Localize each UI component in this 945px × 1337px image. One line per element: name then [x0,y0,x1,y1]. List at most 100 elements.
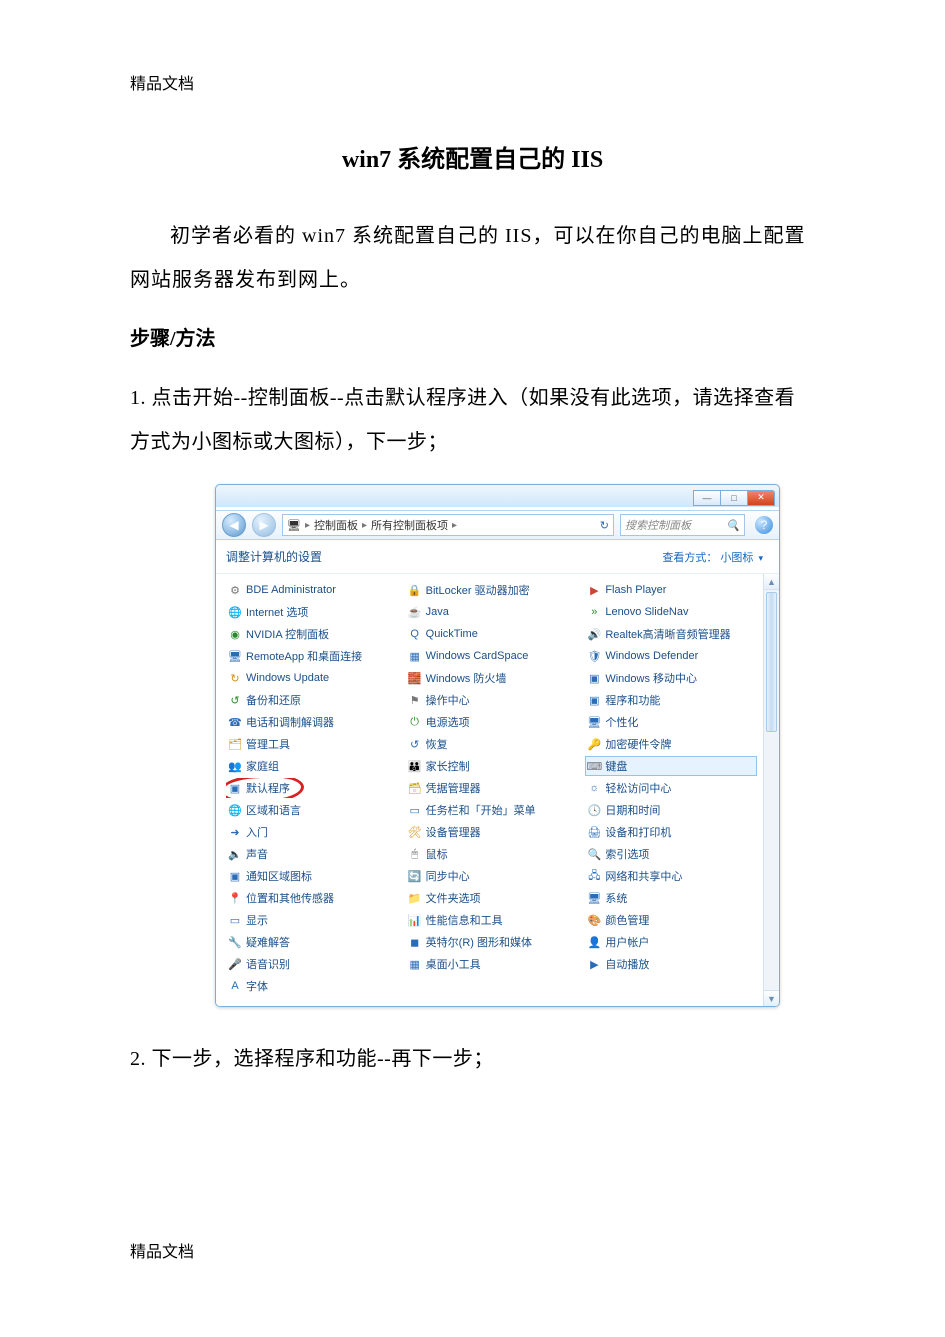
cp-item-label: 颜色管理 [605,912,649,928]
cp-item-11[interactable]: 🛡Windows Defender [585,646,757,666]
cp-item-33[interactable]: ➜入门 [226,822,398,842]
cp-item-icon: 🔍 [587,847,601,861]
cp-item-8[interactable]: 🔊Realtek高清晰音频管理器 [585,624,757,644]
refresh-icon[interactable]: ↻ [600,519,609,532]
cp-item-1[interactable]: 🔒BitLocker 驱动器加密 [406,580,578,600]
cp-item-icon: 🎤 [228,957,242,971]
nav-toolbar: ◀ ▶ 🖥 ▸ 控制面板 ▸ 所有控制面板项 ▸ ↻ 搜索控制面板 🔍 ? [216,510,779,540]
cp-item-5[interactable]: »Lenovo SlideNav [585,602,757,622]
cp-item-icon: 👤 [587,935,601,949]
window-titlebar: — □ ✕ [216,485,779,510]
cp-item-43[interactable]: 📁文件夹选项 [406,888,578,908]
cp-item-icon: ⏻ [408,715,422,729]
cp-item-label: Windows 移动中心 [605,670,697,686]
breadcrumb-sep-icon: ▸ [362,520,367,531]
view-mode-selector[interactable]: 查看方式： 小图标 ▾ [662,549,763,565]
scrollbar[interactable]: ▲ ▼ [763,574,779,1006]
cp-item-10[interactable]: ▦Windows CardSpace [406,646,578,666]
cp-item-12[interactable]: ↻Windows Update [226,668,398,688]
cp-item-30[interactable]: 🌐区域和语言 [226,800,398,820]
cp-item-34[interactable]: 🛠 设备管理器 [406,822,578,842]
cp-item-label: 家长控制 [426,758,470,774]
cp-item-54[interactable]: A字体 [226,976,398,996]
cp-item-3[interactable]: 🌐Internet 选项 [226,602,398,622]
breadcrumb-sep-icon: ▸ [452,520,457,531]
cp-item-7[interactable]: QQuickTime [406,624,578,644]
cp-item-40[interactable]: 🔄同步中心 [406,866,578,886]
cp-item-44[interactable]: 🖥系统 [585,888,757,908]
cp-item-23[interactable]: 🔑加密硬件令牌 [585,734,757,754]
cp-item-24[interactable]: 👥家庭组 [226,756,398,776]
cp-item-label: 鼠标 [426,846,448,862]
cp-item-37[interactable]: 🖱鼠标 [406,844,578,864]
cp-item-29[interactable]: ☼轻松访问中心 [585,778,757,798]
cp-item-42[interactable]: 📍位置和其他传感器 [226,888,398,908]
cp-item-47[interactable]: 🎨颜色管理 [585,910,757,930]
cp-item-label: 家庭组 [246,758,279,774]
cp-item-9[interactable]: 🖥RemoteApp 和桌面连接 [226,646,398,666]
cp-item-18[interactable]: ☎电话和调制解调器 [226,712,398,732]
cp-item-icon: 🔈 [228,847,242,861]
minimize-button[interactable]: — [693,490,721,506]
cp-item-0[interactable]: ⚙BDE Administrator [226,580,398,600]
cp-item-4[interactable]: ☕Java [406,602,578,622]
scroll-down-icon[interactable]: ▼ [764,990,779,1006]
cp-item-46[interactable]: 📊性能信息和工具 [406,910,578,930]
cp-item-39[interactable]: ▣通知区域图标 [226,866,398,886]
close-button[interactable]: ✕ [747,490,775,506]
control-panel-screenshot: — □ ✕ ◀ ▶ 🖥 ▸ 控制面板 ▸ 所有控制面板项 ▸ ↻ [215,484,780,1007]
help-icon[interactable]: ? [755,516,773,534]
cp-item-label: Windows 防火墙 [426,670,507,686]
cp-item-icon: ◼ [408,935,422,949]
cp-item-label: 设备和打印机 [605,824,671,840]
cp-item-icon: 📊 [408,913,422,927]
maximize-button[interactable]: □ [720,490,748,506]
cp-item-32[interactable]: 🕓日期和时间 [585,800,757,820]
cp-item-icon: 🌐 [228,605,242,619]
cp-item-28[interactable]: 🗃凭据管理器 [406,778,578,798]
cp-item-26[interactable]: ⌨键盘 [585,756,757,776]
cp-item-14[interactable]: ▣Windows 移动中心 [585,668,757,688]
cp-item-31[interactable]: ▭任务栏和「开始」菜单 [406,800,578,820]
cp-item-27[interactable]: ▣默认程序 [226,778,398,798]
cp-item-label: 区域和语言 [246,802,301,818]
address-bar[interactable]: 🖥 ▸ 控制面板 ▸ 所有控制面板项 ▸ ↻ [282,514,614,536]
scroll-up-icon[interactable]: ▲ [764,574,779,590]
cp-item-2[interactable]: ▶Flash Player [585,580,757,600]
cp-item-21[interactable]: 🗂管理工具 [226,734,398,754]
search-input[interactable]: 搜索控制面板 🔍 [620,514,745,536]
cp-item-label: 键盘 [605,758,627,774]
cp-item-16[interactable]: ⚑操作中心 [406,690,578,710]
cp-item-22[interactable]: ↺恢复 [406,734,578,754]
cp-item-13[interactable]: 🧱Windows 防火墙 [406,668,578,688]
cp-item-17[interactable]: ▣程序和功能 [585,690,757,710]
cp-item-15[interactable]: ↺备份和还原 [226,690,398,710]
cp-item-49[interactable]: ◼英特尔(R) 图形和媒体 [406,932,578,952]
scroll-thumb[interactable] [766,592,777,732]
view-mode-label: 查看方式： [662,552,717,564]
cp-item-53[interactable]: ▶自动播放 [585,954,757,974]
cp-item-6[interactable]: ◉NVIDIA 控制面板 [226,624,398,644]
cp-item-45[interactable]: ▭显示 [226,910,398,930]
cp-item-label: 声音 [246,846,268,862]
breadcrumb-2[interactable]: 所有控制面板项 [371,517,448,533]
cp-item-icon: 🛠 [408,825,422,839]
cp-item-38[interactable]: 🔍索引选项 [585,844,757,864]
cp-item-52[interactable]: ▦桌面小工具 [406,954,578,974]
steps-heading: 步骤/方法 [130,322,815,351]
cp-item-label: 默认程序 [246,780,290,796]
forward-button[interactable]: ▶ [252,513,276,537]
cp-item-35[interactable]: 🖨设备和打印机 [585,822,757,842]
cp-item-19[interactable]: ⏻电源选项 [406,712,578,732]
cp-item-36[interactable]: 🔈 声音 [226,844,398,864]
cp-item-20[interactable]: 🖥个性化 [585,712,757,732]
cp-item-50[interactable]: 👤用户帐户 [585,932,757,952]
cp-item-icon: 🖧 [587,869,601,883]
cp-item-label: 设备管理器 [426,824,481,840]
back-button[interactable]: ◀ [222,513,246,537]
cp-item-51[interactable]: 🎤语音识别 [226,954,398,974]
cp-item-41[interactable]: 🖧网络和共享中心 [585,866,757,886]
cp-item-48[interactable]: 🔧疑难解答 [226,932,398,952]
cp-item-25[interactable]: 👪家长控制 [406,756,578,776]
breadcrumb-1[interactable]: 控制面板 [314,517,358,533]
